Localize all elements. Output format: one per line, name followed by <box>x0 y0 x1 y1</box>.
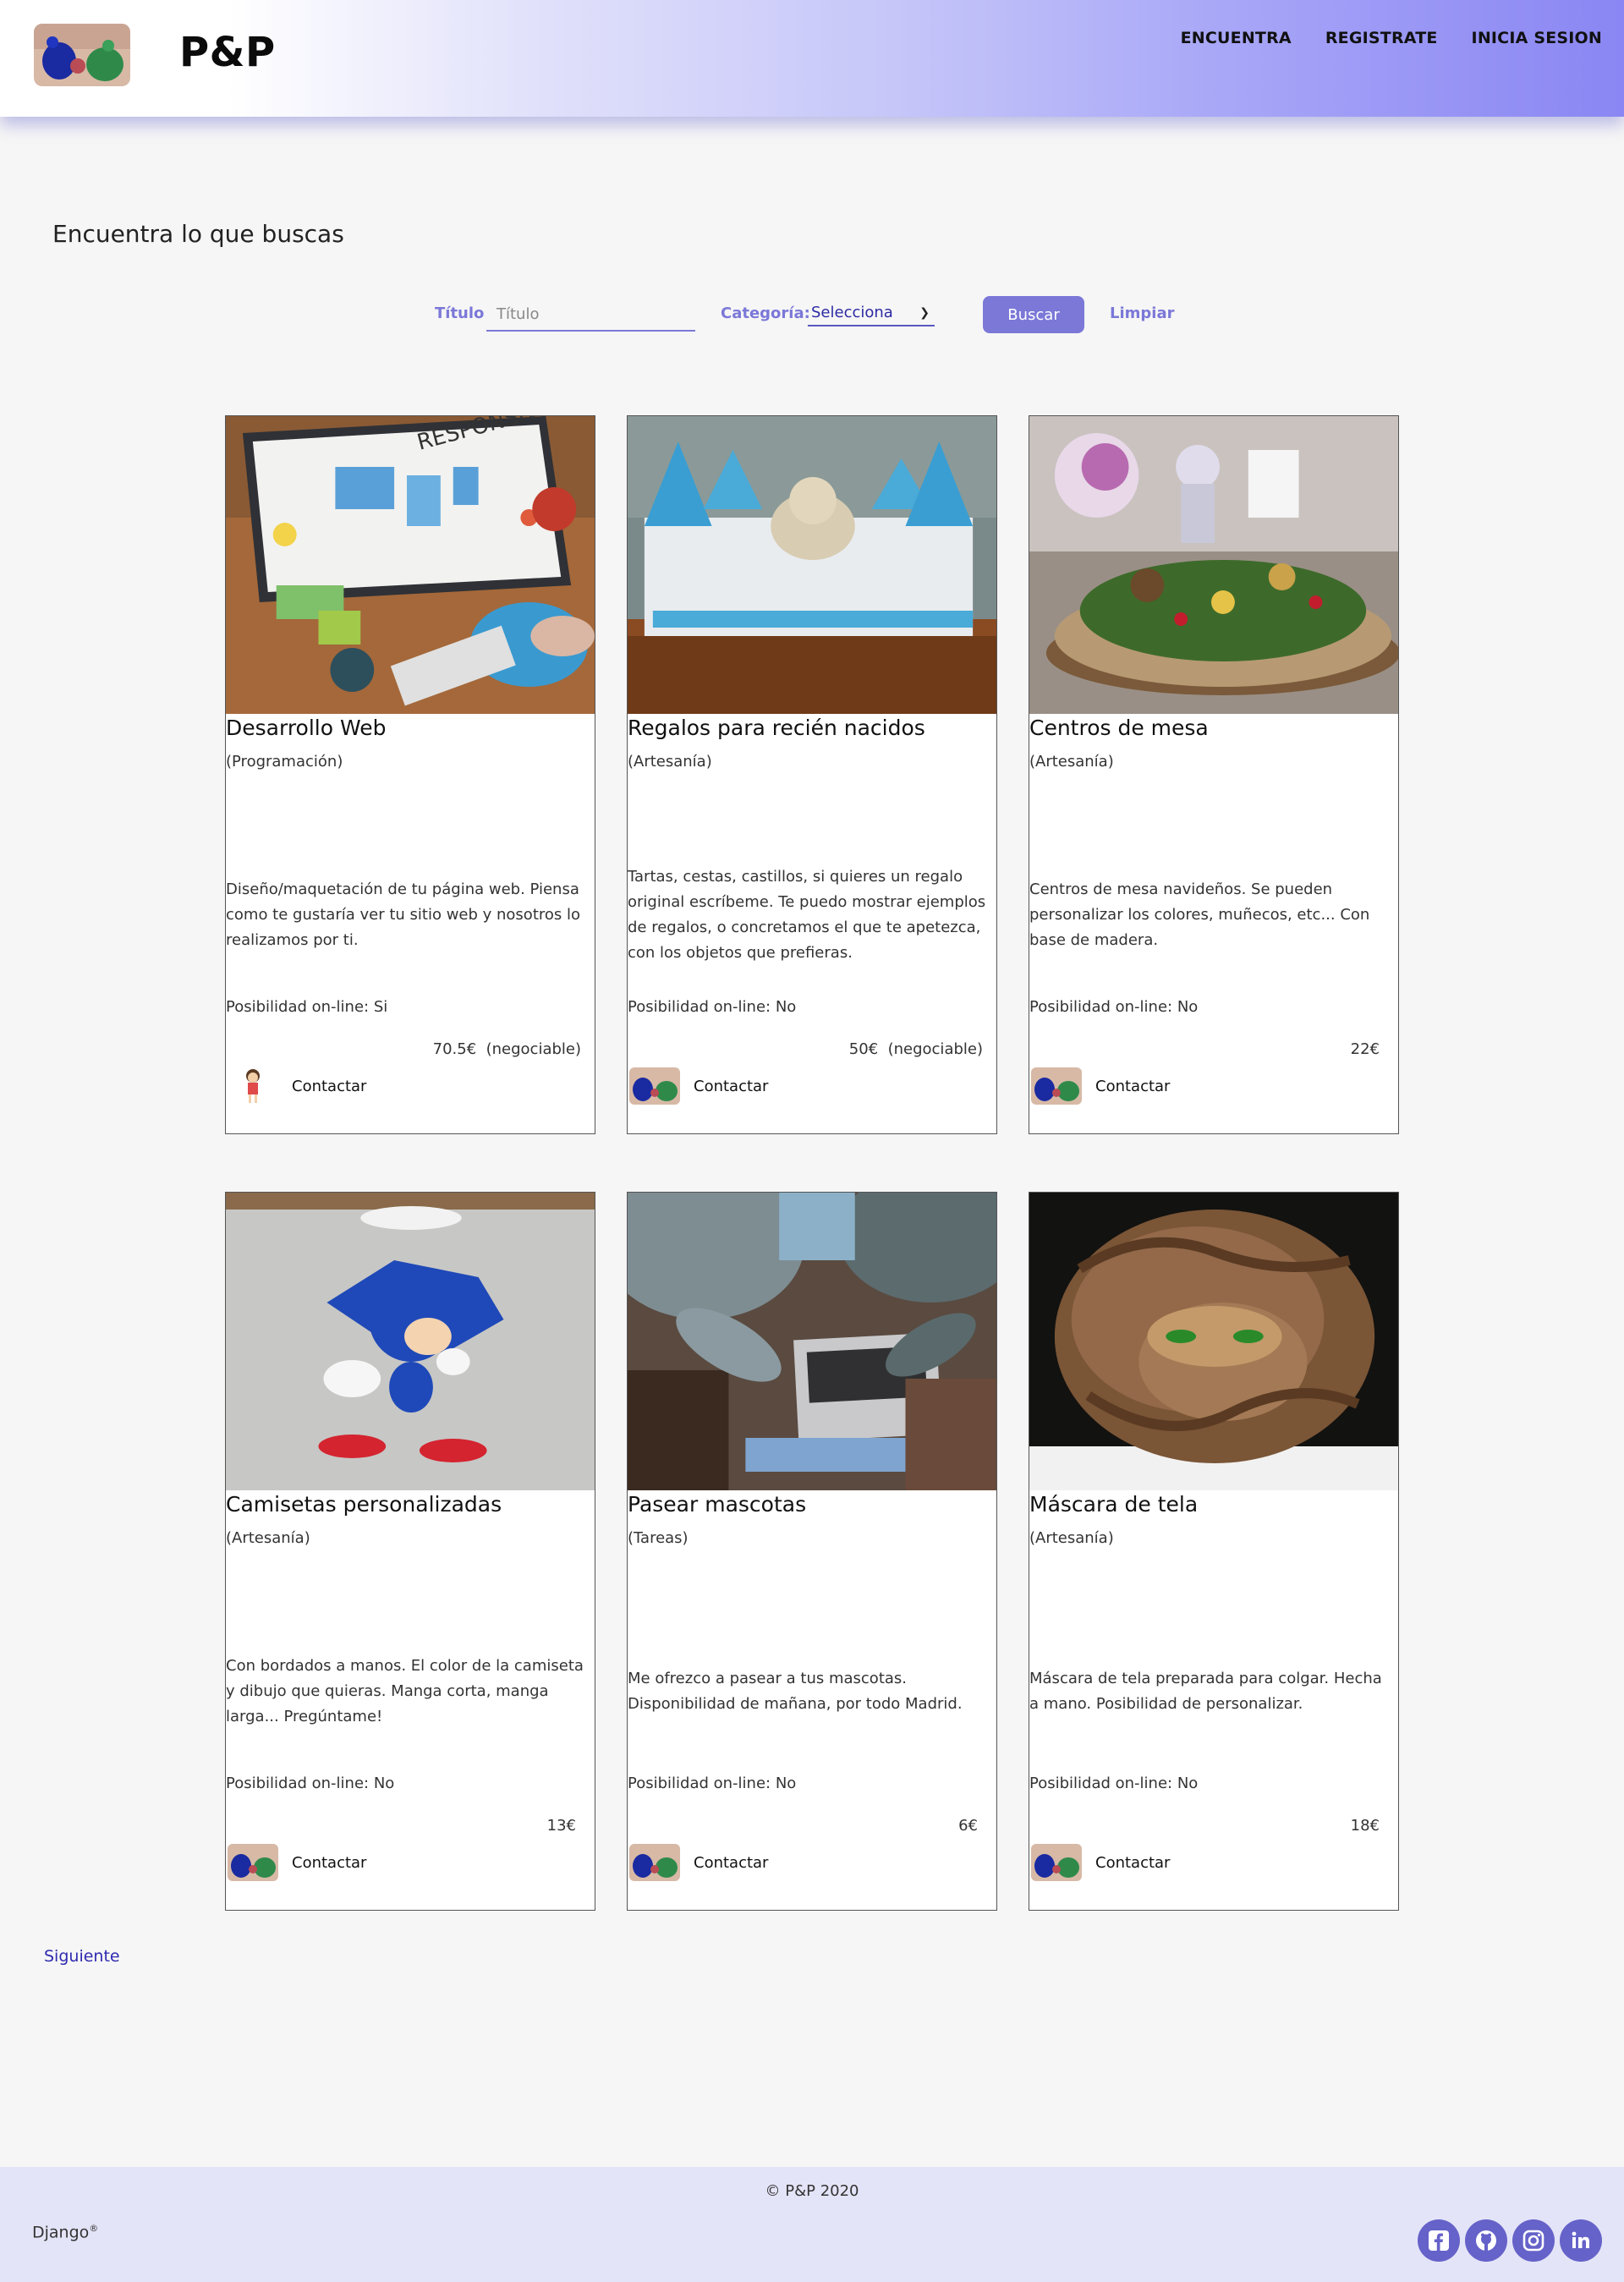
card-description-text: Máscara de tela preparada para colgar. H… <box>1029 1670 1382 1713</box>
nav-inicia-sesion[interactable]: INICIA SESION <box>1472 29 1602 47</box>
card-price: 6€ <box>958 1817 978 1835</box>
registered-mark: ® <box>89 2223 99 2234</box>
service-card[interactable]: Camisetas personalizadas (Artesanía) Con… <box>225 1192 595 1911</box>
service-card[interactable]: Regalos para recién nacidos (Artesanía) … <box>627 415 997 1134</box>
search-filters: Título Categoría: Selecciona ❯ Buscar Li… <box>0 296 1624 333</box>
card-description-text: Diseño/maquetación de tu página web. Pie… <box>226 880 581 949</box>
card-description: Me ofrezco a pasear a tus mascotas. Disp… <box>628 1590 993 1793</box>
sonic-shirt-image[interactable] <box>226 1193 595 1490</box>
responsive-design-desk-image[interactable]: RESPONSIVE <box>226 416 595 714</box>
chevron-down-icon: ❯ <box>919 306 930 320</box>
service-card[interactable]: Centros de mesa (Artesanía) Centros de m… <box>1029 415 1399 1134</box>
card-online-availability: Posibilidad on-line: No <box>1029 1775 1199 1792</box>
card-online-availability: Posibilidad on-line: No <box>628 1775 797 1792</box>
card-description-text: Me ofrezco a pasear a tus mascotas. Disp… <box>628 1670 963 1713</box>
card-title[interactable]: Pasear mascotas <box>628 1492 806 1517</box>
contact-link[interactable]: Contactar <box>292 1854 366 1872</box>
card-category: (Artesanía) <box>1029 1529 1114 1547</box>
clear-filters-link[interactable]: Limpiar <box>1110 304 1174 322</box>
card-category: (Tareas) <box>628 1529 689 1547</box>
django-text: Django <box>32 2223 90 2242</box>
card-category: (Artesanía) <box>226 1529 310 1547</box>
brand-name[interactable]: P&P <box>179 29 276 76</box>
dolls-avatar-icon[interactable] <box>629 1844 680 1881</box>
facebook-icon[interactable] <box>1418 2219 1460 2262</box>
contact-link[interactable]: Contactar <box>1095 1854 1170 1872</box>
card-description: Tartas, cestas, castillos, si quieres un… <box>628 814 993 1017</box>
service-card[interactable]: RESPONSIVE Desarrollo Web (Programación)… <box>225 415 595 1134</box>
github-icon[interactable] <box>1465 2219 1507 2262</box>
top-header: P&P ENCUENTRA REGISTRATE INICIA SESION <box>0 0 1624 117</box>
main-nav: ENCUENTRA REGISTRATE INICIA SESION <box>1181 29 1602 47</box>
fabric-mask-image[interactable] <box>1029 1193 1398 1490</box>
card-category: (Artesanía) <box>628 753 712 771</box>
dolls-avatar-icon[interactable] <box>1031 1067 1082 1105</box>
dolls-avatar-icon[interactable] <box>1031 1844 1082 1881</box>
card-description-text: Tartas, cestas, castillos, si quieres un… <box>628 868 986 962</box>
card-title[interactable]: Máscara de tela <box>1029 1492 1198 1517</box>
card-price: 13€ <box>546 1817 576 1835</box>
card-online-availability: Posibilidad on-line: Si <box>226 998 388 1016</box>
card-title[interactable]: Regalos para recién nacidos <box>628 716 925 740</box>
title-filter-label: Título <box>435 304 485 322</box>
card-description-text: Con bordados a manos. El color de la cam… <box>226 1657 584 1725</box>
card-title[interactable]: Desarrollo Web <box>226 716 386 740</box>
card-description-text: Centros de mesa navideños. Se pueden per… <box>1029 880 1370 949</box>
dolls-avatar-icon[interactable] <box>228 1844 278 1881</box>
card-category: (Artesanía) <box>1029 753 1114 771</box>
social-links <box>1418 2219 1602 2262</box>
nav-encuentra[interactable]: ENCUENTRA <box>1181 29 1292 47</box>
category-filter-label: Categoría: <box>721 304 810 322</box>
contact-link[interactable]: Contactar <box>694 1854 768 1872</box>
card-category: (Programación) <box>226 753 343 771</box>
card-title[interactable]: Centros de mesa <box>1029 716 1209 740</box>
card-description: Diseño/maquetación de tu página web. Pie… <box>226 814 591 1017</box>
card-price: 22€ <box>1350 1040 1380 1058</box>
footer: © P&P 2020 Django® <box>0 2167 1624 2282</box>
nav-registrate[interactable]: REGISTRATE <box>1325 29 1438 47</box>
page-title: Encuentra lo que buscas <box>52 220 344 248</box>
contact-link[interactable]: Contactar <box>1095 1078 1170 1095</box>
django-credit: Django® <box>32 2223 98 2241</box>
category-select[interactable]: Selecciona ❯ <box>808 301 935 326</box>
girl-avatar-icon[interactable] <box>228 1067 278 1105</box>
card-description: Centros de mesa navideños. Se pueden per… <box>1029 814 1395 1017</box>
contact-link[interactable]: Contactar <box>694 1078 768 1095</box>
laptop-people-image[interactable] <box>628 1193 996 1490</box>
card-description: Con bordados a manos. El color de la cam… <box>226 1590 591 1793</box>
card-price: 70.5€ (negociable) <box>432 1040 581 1058</box>
service-card[interactable]: Pasear mascotas (Tareas) Me ofrezco a pa… <box>627 1192 997 1911</box>
card-price: 18€ <box>1350 1817 1380 1835</box>
linkedin-icon[interactable] <box>1560 2219 1602 2262</box>
logo-image[interactable] <box>34 24 130 86</box>
christmas-centerpiece-image[interactable] <box>1029 416 1398 714</box>
card-online-availability: Posibilidad on-line: No <box>226 1775 395 1792</box>
diaper-castle-image[interactable] <box>628 416 996 714</box>
copyright-text: © P&P 2020 <box>765 2182 859 2200</box>
card-description: Máscara de tela preparada para colgar. H… <box>1029 1590 1395 1793</box>
search-button[interactable]: Buscar <box>983 296 1084 333</box>
card-online-availability: Posibilidad on-line: No <box>628 998 797 1016</box>
service-card[interactable]: Máscara de tela (Artesanía) Máscara de t… <box>1029 1192 1399 1911</box>
card-price: 50€ (negociable) <box>848 1040 983 1058</box>
category-selected-value: Selecciona <box>811 304 893 321</box>
instagram-icon[interactable] <box>1512 2219 1555 2262</box>
dolls-avatar-icon[interactable] <box>629 1067 680 1105</box>
title-search-input[interactable] <box>486 298 695 332</box>
contact-link[interactable]: Contactar <box>292 1078 366 1095</box>
next-page-link[interactable]: Siguiente <box>44 1947 120 1966</box>
card-online-availability: Posibilidad on-line: No <box>1029 998 1199 1016</box>
card-title[interactable]: Camisetas personalizadas <box>226 1492 502 1517</box>
